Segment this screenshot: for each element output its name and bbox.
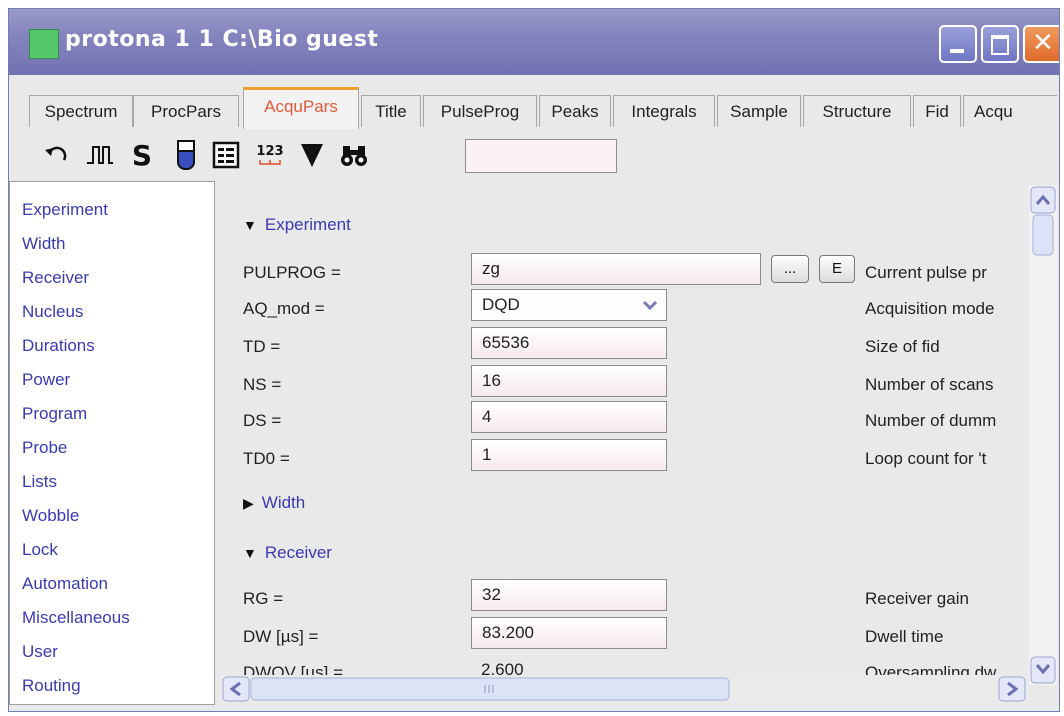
s-icon[interactable]: S — [125, 137, 159, 173]
toolbar: S 123 — [9, 131, 1059, 181]
close-icon: ✕ — [1032, 28, 1054, 58]
tab-spectrum[interactable]: Spectrum — [29, 95, 133, 127]
sidebar-item-receiver[interactable]: Receiver — [22, 268, 89, 288]
binoculars-icon[interactable] — [337, 137, 371, 173]
param-label-td0: TD0 = — [243, 449, 290, 468]
browse-button[interactable]: ... — [771, 255, 809, 283]
sidebar-item-probe[interactable]: Probe — [22, 438, 67, 458]
number-icon-label: 123 — [256, 143, 284, 159]
sidebar-item-lock[interactable]: Lock — [22, 540, 58, 560]
param-label-ns: NS = — [243, 375, 282, 394]
tab-procpars[interactable]: ProcPars — [133, 95, 239, 127]
section-width[interactable]: ▶ Width — [243, 493, 305, 513]
vertical-scrollbar[interactable] — [1029, 185, 1057, 685]
param-label-dw: DW [µs] = — [243, 627, 319, 646]
rg-field[interactable]: 32 — [471, 579, 667, 611]
tab-bar: Spectrum ProcPars AcquPars Title PulsePr… — [9, 81, 1059, 131]
param-desc-ds: Number of dumm — [865, 411, 997, 430]
sidebar-item-nucleus[interactable]: Nucleus — [22, 302, 83, 322]
param-label-pulprog: PULPROG = — [243, 263, 341, 282]
collapsed-triangle-icon: ▶ — [243, 495, 254, 511]
tab-pulseprog[interactable]: PulseProg — [423, 95, 537, 127]
pulse-icon[interactable] — [83, 137, 117, 173]
tab-acqupars[interactable]: AcquPars — [243, 87, 359, 129]
app-icon — [29, 29, 59, 59]
param-label-td: TD = — [243, 337, 281, 356]
param-desc-pulprog: Current pulse pr — [865, 263, 987, 282]
section-receiver[interactable]: ▼ Receiver — [243, 543, 332, 563]
edit-button[interactable]: E — [819, 255, 855, 283]
sidebar-item-automation[interactable]: Automation — [22, 574, 108, 594]
sidebar-item-experiment[interactable]: Experiment — [22, 200, 108, 220]
tab-integrals[interactable]: Integrals — [613, 95, 715, 127]
section-receiver-label: Receiver — [264, 543, 332, 562]
sidebar-item-user[interactable]: User — [22, 642, 58, 662]
param-label-aq-mod: AQ_mod = — [243, 299, 325, 318]
table-icon[interactable] — [209, 137, 243, 173]
ds-field[interactable]: 4 — [471, 401, 667, 433]
dw-field[interactable]: 83.200 — [471, 617, 667, 649]
expanded-triangle-icon: ▼ — [243, 217, 257, 233]
sidebar-item-power[interactable]: Power — [22, 370, 70, 390]
section-experiment[interactable]: ▼ Experiment — [243, 215, 351, 235]
param-desc-td: Size of fid — [865, 337, 940, 356]
sidebar-item-routing[interactable]: Routing — [22, 676, 81, 696]
sidebar-item-program[interactable]: Program — [22, 404, 87, 424]
sidebar: Experiment Width Receiver Nucleus Durati… — [9, 181, 215, 705]
tab-fid[interactable]: Fid — [913, 95, 961, 127]
title-bar[interactable]: protona 1 1 C:\Bio guest ✕ — [9, 9, 1059, 75]
param-label-rg: RG = — [243, 589, 284, 608]
sidebar-item-durations[interactable]: Durations — [22, 336, 95, 356]
close-button[interactable]: ✕ — [1023, 25, 1059, 63]
section-width-label: Width — [261, 493, 306, 512]
horizontal-scrollbar[interactable] — [221, 675, 1029, 703]
maximize-button[interactable] — [981, 25, 1019, 63]
tab-title[interactable]: Title — [361, 95, 421, 127]
param-desc-rg: Receiver gain — [865, 589, 969, 608]
expanded-triangle-icon: ▼ — [243, 545, 257, 561]
search-input[interactable] — [465, 139, 617, 173]
param-desc-td0: Loop count for 't — [865, 449, 987, 468]
td0-field[interactable]: 1 — [471, 439, 667, 471]
parameter-panel: ▼ Experiment PULPROG = zg ... E Current p… — [219, 181, 1049, 687]
tab-acqu[interactable]: Acqu — [963, 95, 1057, 127]
param-desc-aq-mod: Acquisition mode — [865, 299, 995, 318]
tab-peaks[interactable]: Peaks — [539, 95, 611, 127]
sidebar-item-width[interactable]: Width — [22, 234, 65, 254]
pulprog-field[interactable]: zg — [471, 253, 761, 285]
param-label-ds: DS = — [243, 411, 282, 430]
sidebar-item-lists[interactable]: Lists — [22, 472, 57, 492]
sidebar-item-miscellaneous[interactable]: Miscellaneous — [22, 608, 130, 628]
param-desc-ns: Number of scans — [865, 375, 994, 394]
sidebar-item-wobble[interactable]: Wobble — [22, 506, 79, 526]
triangle-down-icon[interactable] — [295, 137, 329, 173]
ns-field[interactable]: 16 — [471, 365, 667, 397]
tab-sample[interactable]: Sample — [717, 95, 801, 127]
param-desc-dw: Dwell time — [865, 627, 944, 646]
sample-tube-icon[interactable] — [169, 137, 203, 173]
undo-icon[interactable] — [39, 137, 73, 173]
app-window: protona 1 1 C:\Bio guest ✕ Spectrum Proc… — [8, 8, 1060, 712]
number-format-icon[interactable]: 123 — [253, 137, 287, 173]
window-title: protona 1 1 C:\Bio guest — [65, 27, 379, 52]
td-field[interactable]: 65536 — [471, 327, 667, 359]
tab-structure[interactable]: Structure — [803, 95, 911, 127]
minimize-button[interactable] — [939, 25, 977, 63]
chevron-down-icon[interactable] — [633, 294, 667, 316]
section-experiment-label: Experiment — [264, 215, 351, 234]
